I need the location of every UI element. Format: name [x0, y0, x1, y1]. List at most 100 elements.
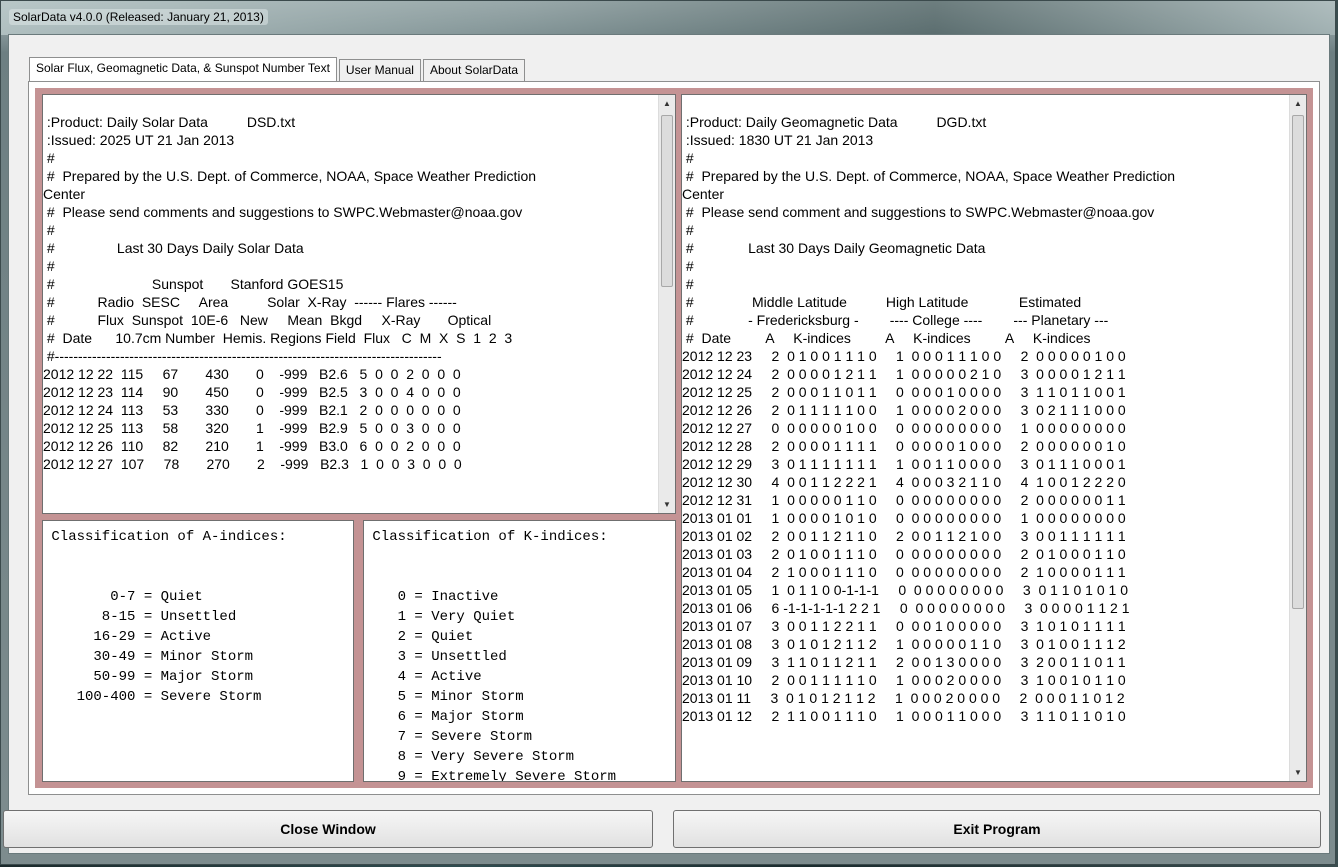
- solar-text-line: # Prepared by the U.S. Dept. of Commerce…: [43, 168, 537, 184]
- solar-text-line: 2012 12 22 115 67 430 0 -999 B2.6 5 0 0 …: [43, 366, 461, 382]
- scroll-down-icon[interactable]: ▼: [1290, 764, 1306, 781]
- scroll-thumb[interactable]: [661, 115, 673, 287]
- exit-program-button[interactable]: Exit Program: [673, 810, 1321, 848]
- solar-text-line: # Please send comments and suggestions t…: [43, 204, 523, 220]
- solar-text-line: #---------------------------------------…: [43, 348, 442, 364]
- k-index-line: 7 = Severe Storm: [364, 729, 533, 745]
- geo-text-line: #: [682, 222, 694, 238]
- k-index-line: 0 = Inactive: [364, 589, 499, 605]
- solar-text-line: 2012 12 25 113 58 320 1 -999 B2.9 5 0 0 …: [43, 420, 461, 436]
- geo-text-line: 2013 01 05 1 0 1 1 0 0-1-1-1 0 0 0 0 0 0…: [682, 582, 1128, 598]
- geo-text-line: 2012 12 26 2 0 1 1 1 1 1 0 0 1 0 0 0 0 2…: [682, 402, 1126, 418]
- geo-text-line: 2013 01 12 2 1 1 0 0 1 1 1 0 1 0 0 0 1 1…: [682, 708, 1126, 724]
- solar-scrollbar[interactable]: ▲ ▼: [658, 95, 675, 513]
- geo-text-line: 2013 01 03 2 0 1 0 0 1 1 1 0 0 0 0 0 0 0…: [682, 546, 1126, 562]
- geo-text-line: 2013 01 02 2 0 0 1 1 2 1 1 0 2 0 0 1 1 2…: [682, 528, 1126, 544]
- geo-text-line: # Prepared by the U.S. Dept. of Commerce…: [682, 168, 1176, 184]
- geo-text-line: 2012 12 28 2 0 0 0 0 1 1 1 1 0 0 0 0 0 1…: [682, 438, 1126, 454]
- solar-data-textbox[interactable]: :Product: Daily Solar Data DSD.txt :Issu…: [42, 94, 676, 514]
- window-title: SolarData v4.0.0 (Released: January 21, …: [9, 9, 268, 25]
- geo-text-line: 2013 01 10 2 0 0 1 1 1 1 1 0 1 0 0 0 2 0…: [682, 672, 1126, 688]
- geo-text-line: # Middle Latitude High Latitude Estimate…: [682, 294, 1082, 310]
- k-index-line: 5 = Minor Storm: [364, 689, 524, 705]
- solar-text-line: [43, 95, 658, 113]
- geo-text-line: [682, 95, 1289, 113]
- geo-text-line: # Last 30 Days Daily Geomagnetic Data: [682, 240, 986, 256]
- title-bar[interactable]: SolarData v4.0.0 (Released: January 21, …: [1, 1, 1335, 35]
- tab-strip: Solar Flux, Geomagnetic Data, & Sunspot …: [29, 57, 527, 83]
- geo-text-line: 2012 12 30 4 0 0 1 1 2 2 2 1 4 0 0 0 3 2…: [682, 474, 1126, 490]
- geo-text-line: 2012 12 27 0 0 0 0 0 0 1 0 0 0 0 0 0 0 0…: [682, 420, 1126, 436]
- geo-text-line: 2013 01 06 6 -1-1-1-1-1 2 2 1 0 0 0 0 0 …: [682, 600, 1130, 616]
- k-index-line: Classification of K-indices:: [364, 529, 608, 545]
- solar-data-text: :Product: Daily Solar Data DSD.txt :Issu…: [43, 95, 658, 513]
- a-index-line: 0-7 = Quiet: [43, 589, 203, 605]
- app-window: SolarData v4.0.0 (Released: January 21, …: [0, 0, 1336, 865]
- k-index-line: 8 = Very Severe Storm: [364, 749, 575, 765]
- geo-text-line: #: [682, 258, 694, 274]
- k-index-line: 6 = Major Storm: [364, 709, 524, 725]
- tab-user-manual[interactable]: User Manual: [338, 59, 421, 83]
- k-index-line: 2 = Quiet: [364, 629, 474, 645]
- geo-text-line: # Date A K-indices A K-indices A K-indic…: [682, 330, 1091, 346]
- scroll-up-icon[interactable]: ▲: [659, 95, 675, 112]
- scroll-thumb[interactable]: [1292, 115, 1304, 609]
- solar-text-line: # Sunspot Stanford GOES15: [43, 276, 344, 292]
- scroll-up-icon[interactable]: ▲: [1290, 95, 1306, 112]
- solar-text-line: Center: [43, 186, 86, 202]
- geomagnetic-data-text: :Product: Daily Geomagnetic Data DGD.txt…: [682, 95, 1289, 781]
- geo-text-line: 2013 01 04 2 1 0 0 0 1 1 1 0 0 0 0 0 0 0…: [682, 564, 1126, 580]
- k-index-line: 1 = Very Quiet: [364, 609, 516, 625]
- solar-text-line: :Product: Daily Solar Data DSD.txt: [43, 114, 296, 130]
- k-indices-box: Classification of K-indices: 0 = Inactiv…: [363, 520, 676, 782]
- k-index-line: 4 = Active: [364, 669, 482, 685]
- geo-text-line: 2013 01 09 3 1 1 0 1 1 2 1 1 2 0 0 1 3 0…: [682, 654, 1126, 670]
- geo-text-line: :Issued: 1830 UT 21 Jan 2013: [682, 132, 874, 148]
- k-index-line: [364, 567, 675, 587]
- a-index-line: [43, 567, 353, 587]
- geo-text-line: Center: [682, 186, 725, 202]
- geo-text-line: :Product: Daily Geomagnetic Data DGD.txt: [682, 114, 987, 130]
- close-window-button[interactable]: Close Window: [3, 810, 653, 848]
- geo-text-line: # - Fredericksburg - ---- College ---- -…: [682, 312, 1109, 328]
- geo-text-line: #: [682, 276, 694, 292]
- solar-text-line: :Issued: 2025 UT 21 Jan 2013: [43, 132, 235, 148]
- geo-text-line: 2012 12 25 2 0 0 0 1 1 0 1 1 0 0 0 0 1 0…: [682, 384, 1126, 400]
- a-index-line: [43, 547, 353, 567]
- geo-text-line: 2012 12 31 1 0 0 0 0 0 1 1 0 0 0 0 0 0 0…: [682, 492, 1126, 508]
- tab-about[interactable]: About SolarData: [422, 59, 526, 83]
- geomagnetic-data-textbox[interactable]: :Product: Daily Geomagnetic Data DGD.txt…: [681, 94, 1307, 782]
- geo-text-line: 2012 12 24 2 0 0 0 0 1 2 1 1 1 0 0 0 0 0…: [682, 366, 1126, 382]
- solar-text-line: 2012 12 24 113 53 330 0 -999 B2.1 2 0 0 …: [43, 402, 461, 418]
- geo-text-line: 2012 12 23 2 0 1 0 0 1 1 1 0 1 0 0 0 1 1…: [682, 348, 1126, 364]
- solar-text-line: 2012 12 23 114 90 450 0 -999 B2.5 3 0 0 …: [43, 384, 461, 400]
- a-index-line: Classification of A-indices:: [43, 529, 287, 545]
- k-index-line: 3 = Unsettled: [364, 649, 507, 665]
- solar-text-line: #: [43, 222, 55, 238]
- scroll-down-icon[interactable]: ▼: [659, 496, 675, 513]
- solar-text-line: 2012 12 26 110 82 210 1 -999 B3.0 6 0 0 …: [43, 438, 461, 454]
- content-frame: :Product: Daily Solar Data DSD.txt :Issu…: [35, 88, 1313, 788]
- geo-text-line: 2012 12 29 3 0 1 1 1 1 1 1 1 1 0 0 1 1 0…: [682, 456, 1126, 472]
- a-index-line: 8-15 = Unsettled: [43, 609, 237, 625]
- a-indices-box: Classification of A-indices: 0-7 = Quiet…: [42, 520, 354, 782]
- a-index-line: 30-49 = Minor Storm: [43, 649, 254, 665]
- k-index-line: [364, 547, 675, 567]
- tab-solar-flux[interactable]: Solar Flux, Geomagnetic Data, & Sunspot …: [29, 57, 337, 83]
- k-index-line: 9 = Extremely Severe Storm: [364, 769, 617, 781]
- k-indices-text: Classification of K-indices: 0 = Inactiv…: [364, 521, 675, 781]
- geo-text-line: #: [682, 150, 694, 166]
- geo-text-line: # Please send comment and suggestions to…: [682, 204, 1155, 220]
- tab-panel: :Product: Daily Solar Data DSD.txt :Issu…: [28, 81, 1320, 795]
- a-index-line: 16-29 = Active: [43, 629, 212, 645]
- geo-scrollbar[interactable]: ▲ ▼: [1289, 95, 1306, 781]
- geo-text-line: 2013 01 11 3 0 1 0 1 2 1 1 2 1 0 0 0 2 0…: [682, 690, 1125, 706]
- solar-text-line: # Radio SESC Area Solar X-Ray ------ Fla…: [43, 294, 457, 310]
- solar-text-line: # Last 30 Days Daily Solar Data: [43, 240, 304, 256]
- a-indices-text: Classification of A-indices: 0-7 = Quiet…: [43, 521, 353, 781]
- solar-text-line: # Date 10.7cm Number Hemis. Regions Fiel…: [43, 330, 513, 346]
- a-index-line: 100-400 = Severe Storm: [43, 689, 262, 705]
- client-area: Solar Flux, Geomagnetic Data, & Sunspot …: [3, 34, 1330, 854]
- geo-text-line: 2013 01 08 3 0 1 0 1 2 1 1 2 1 0 0 0 0 0…: [682, 636, 1126, 652]
- geo-text-line: 2013 01 01 1 0 0 0 0 1 0 1 0 0 0 0 0 0 0…: [682, 510, 1126, 526]
